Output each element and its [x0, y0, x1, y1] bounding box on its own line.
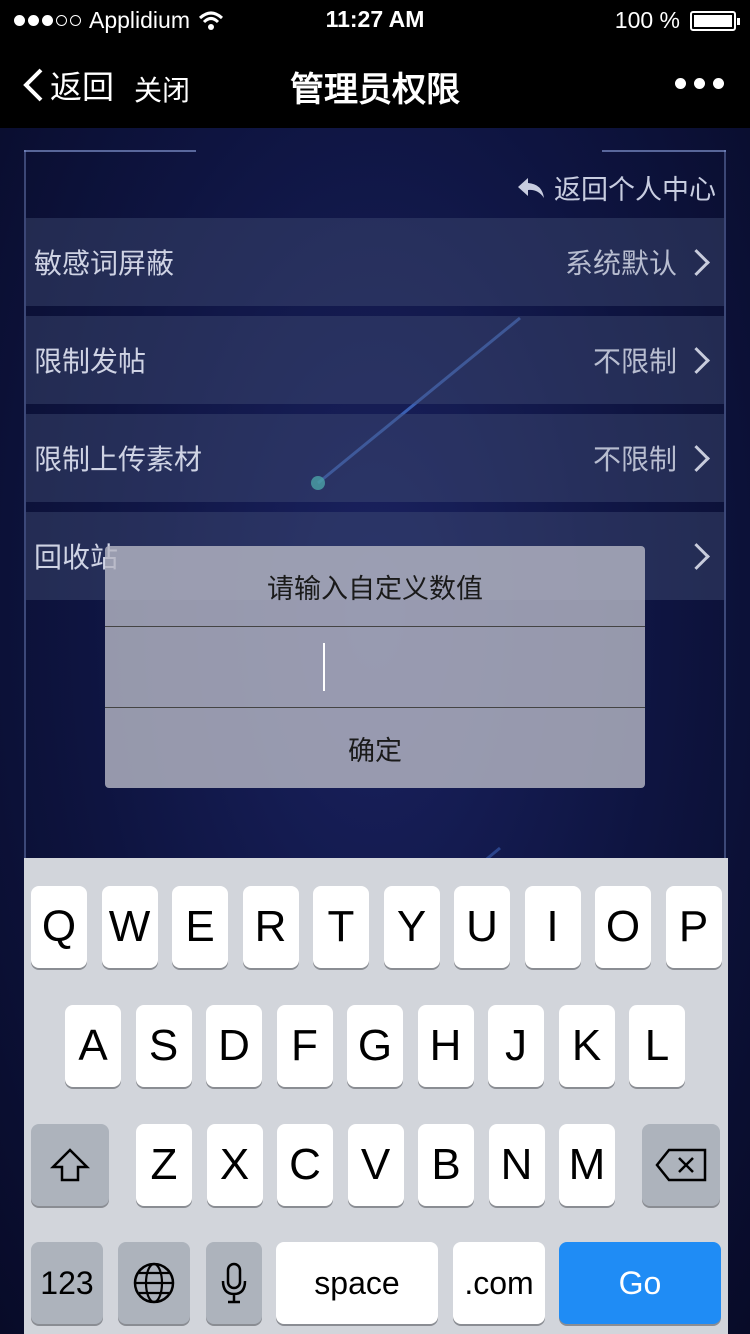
dialog-title: 请输入自定义数值	[105, 546, 645, 627]
key-v[interactable]: V	[347, 1124, 404, 1206]
key-j[interactable]: J	[488, 1005, 544, 1087]
key-n[interactable]: N	[488, 1124, 545, 1206]
key-o[interactable]: O	[595, 886, 651, 968]
key-e[interactable]: E	[172, 886, 228, 968]
key-h[interactable]: H	[417, 1005, 474, 1087]
list-item-limit-posting[interactable]: 限制发帖 不限制	[26, 316, 724, 404]
key-i[interactable]: I	[524, 886, 581, 968]
key-q[interactable]: Q	[31, 886, 87, 968]
go-key[interactable]: Go	[559, 1242, 721, 1324]
key-u[interactable]: U	[454, 886, 510, 968]
key-y[interactable]: Y	[383, 886, 440, 968]
row-value: 系统默认	[564, 247, 677, 280]
key-p[interactable]: P	[665, 886, 722, 968]
microphone-icon	[221, 1262, 247, 1304]
row-label: 限制上传素材	[34, 443, 203, 476]
battery-icon	[690, 10, 740, 31]
key-l[interactable]: L	[629, 1005, 685, 1087]
chevron-right-icon	[683, 444, 710, 472]
row-value: 不限制	[592, 345, 677, 378]
more-options-icon[interactable]	[675, 78, 724, 89]
key-d[interactable]: D	[206, 1005, 262, 1087]
chevron-right-icon	[683, 346, 710, 374]
text-caret	[323, 643, 325, 691]
row-value: 不限制	[592, 443, 677, 476]
shift-key[interactable]	[31, 1124, 109, 1206]
page-title: 管理员权限	[290, 70, 460, 110]
key-x[interactable]: X	[206, 1124, 263, 1206]
key-m[interactable]: M	[559, 1124, 615, 1206]
key-w[interactable]: W	[101, 886, 158, 968]
chevron-right-icon	[683, 542, 710, 570]
row-label: 敏感词屏蔽	[34, 247, 175, 280]
list-item-limit-upload[interactable]: 限制上传素材 不限制	[26, 414, 724, 502]
key-k[interactable]: K	[558, 1005, 615, 1087]
list-item-sensitive-words[interactable]: 敏感词屏蔽 系统默认	[26, 218, 724, 306]
status-bar: Applidium 11:27 AM 100 %	[0, 0, 750, 40]
microphone-key[interactable]	[206, 1242, 262, 1324]
key-r[interactable]: R	[242, 886, 299, 968]
frame-corner-left	[24, 150, 196, 152]
chevron-right-icon	[683, 248, 710, 276]
shift-icon	[50, 1148, 90, 1182]
dotcom-key[interactable]: .com	[453, 1242, 545, 1324]
space-key[interactable]: space	[276, 1242, 438, 1324]
globe-key[interactable]	[118, 1242, 190, 1324]
key-t[interactable]: T	[313, 886, 369, 968]
back-to-center-link[interactable]: 返回个人中心	[516, 168, 716, 207]
backspace-icon	[655, 1148, 707, 1182]
on-screen-keyboard: 123 space .com Go QWERTYUIOP ASDFGHJKL ZXC…	[24, 858, 728, 1334]
globe-icon	[133, 1262, 175, 1304]
battery-percent: 100 %	[614, 7, 680, 33]
key-s[interactable]: S	[135, 1005, 192, 1087]
reply-arrow-icon	[518, 177, 544, 198]
nav-bar: 返回 关闭 管理员权限	[0, 40, 750, 128]
custom-value-dialog: 请输入自定义数值 确定	[105, 546, 645, 788]
key-b[interactable]: B	[418, 1124, 474, 1206]
confirm-button[interactable]: 确定	[105, 708, 645, 788]
status-right: 100 %	[614, 7, 740, 34]
key-g[interactable]: G	[347, 1005, 403, 1087]
key-z[interactable]: Z	[136, 1124, 192, 1206]
key-c[interactable]: C	[277, 1124, 333, 1206]
key-f[interactable]: F	[276, 1005, 333, 1087]
custom-value-input[interactable]	[105, 627, 645, 708]
backspace-key[interactable]	[642, 1124, 720, 1206]
row-label: 限制发帖	[34, 345, 147, 378]
numbers-key[interactable]: 123	[31, 1242, 103, 1324]
back-to-center-label: 返回个人中心	[554, 175, 716, 206]
key-a[interactable]: A	[65, 1005, 121, 1087]
frame-corner-right	[602, 150, 726, 152]
